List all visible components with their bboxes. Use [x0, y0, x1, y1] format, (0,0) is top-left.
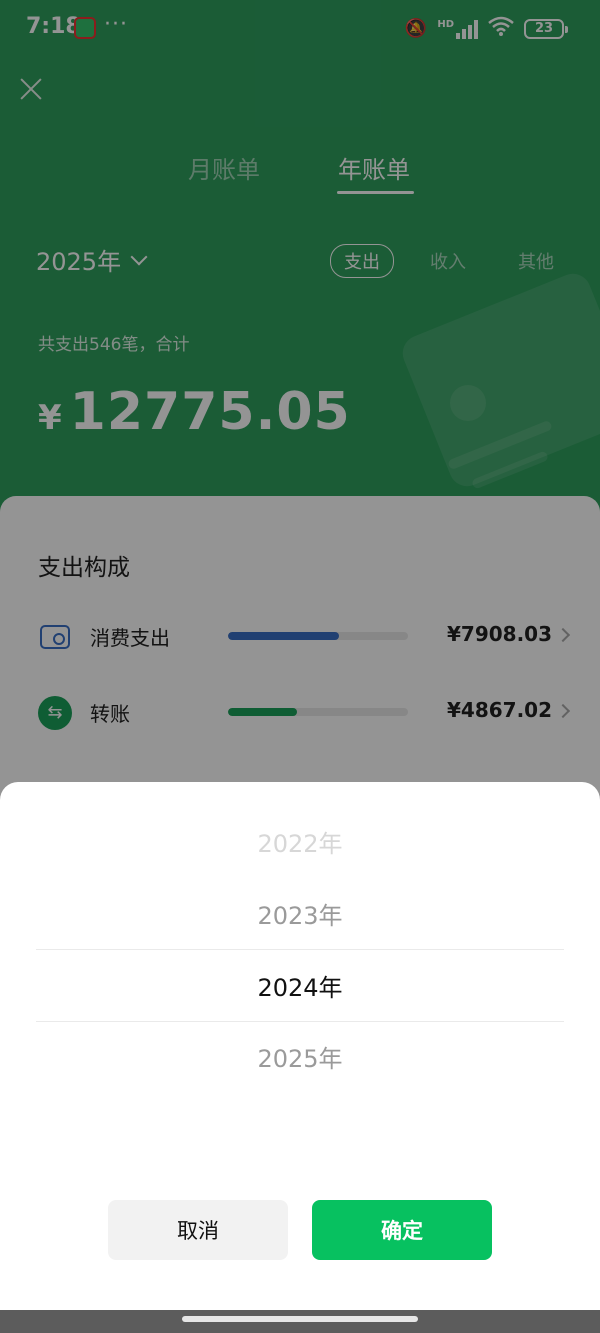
home-indicator[interactable] — [182, 1316, 418, 1322]
picker-option[interactable]: 2023年 — [0, 896, 600, 931]
picker-option[interactable]: 2025年 — [0, 1039, 600, 1074]
selection-divider — [36, 949, 564, 950]
year-picker-sheet: 2022年 2023年 2024年 2025年 取消 确定 — [0, 782, 600, 1310]
confirm-button[interactable]: 确定 — [312, 1200, 492, 1260]
selection-divider — [36, 1021, 564, 1022]
cancel-button[interactable]: 取消 — [108, 1200, 288, 1260]
year-picker-wheel[interactable]: 2022年 2023年 2024年 2025年 — [0, 802, 600, 1092]
picker-option-selected[interactable]: 2024年 — [0, 968, 600, 1003]
picker-option[interactable]: 2022年 — [0, 824, 600, 859]
system-nav-bar — [0, 1310, 600, 1333]
